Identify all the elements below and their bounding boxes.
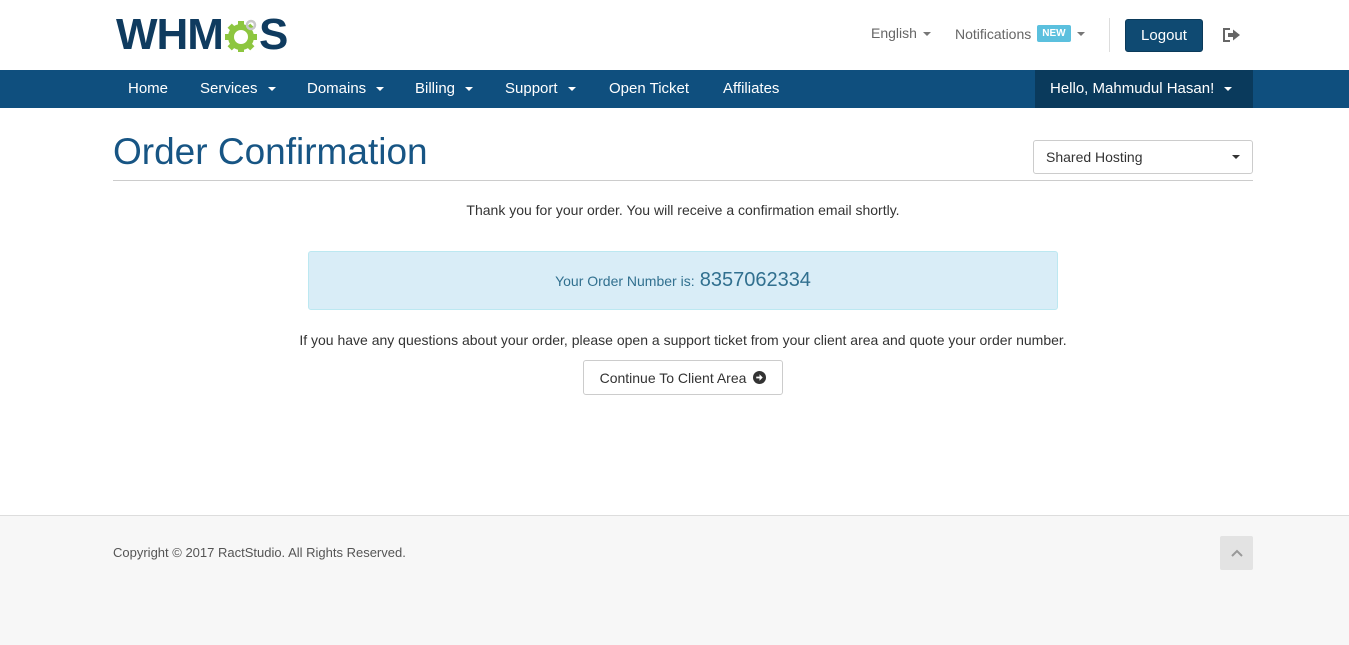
whmcs-logo[interactable]: WHM S (116, 12, 306, 58)
gear-logo-icon (224, 19, 257, 52)
logout-button[interactable]: Logout (1125, 19, 1203, 52)
sign-out-icon[interactable] (1221, 26, 1241, 44)
nav-domains[interactable]: Domains (307, 70, 385, 108)
order-number-alert: Your Order Number is: 8357062334 (308, 251, 1058, 310)
nav-open-ticket[interactable]: Open Ticket (609, 70, 689, 108)
logo-text-left: WHM (116, 10, 224, 59)
order-number-value: 8357062334 (699, 269, 811, 291)
language-dropdown[interactable]: English (871, 25, 931, 41)
chevron-down-icon (922, 32, 931, 37)
nav-services[interactable]: Services (200, 70, 276, 108)
chevron-down-icon (1076, 31, 1085, 36)
page-footer: Copyright © 2017 RactStudio. All Rights … (0, 515, 1349, 645)
user-greeting: Hello, Mahmudul Hasan! (1050, 80, 1215, 97)
top-header: WHM S English Notifications NEW Logout (0, 0, 1349, 70)
continue-to-client-area-button[interactable]: Continue To Client Area (583, 360, 783, 395)
chevron-down-icon (465, 87, 474, 92)
nav-billing[interactable]: Billing (415, 70, 474, 108)
order-number-label: Your Order Number is: (555, 273, 695, 289)
nav-support[interactable]: Support (505, 70, 576, 108)
language-label: English (871, 25, 917, 41)
main-navbar: Home Services Domains Billing Support Op… (0, 70, 1349, 108)
new-badge: NEW (1037, 25, 1071, 42)
logo-text-right: S (258, 10, 288, 59)
chevron-down-icon (376, 87, 385, 92)
notifications-dropdown[interactable]: Notifications NEW (955, 25, 1085, 42)
thank-you-message: Thank you for your order. You will recei… (466, 202, 900, 218)
copyright-text: Copyright © 2017 RactStudio. All Rights … (113, 545, 406, 560)
chevron-down-icon (1232, 155, 1240, 159)
page-title: Order Confirmation (113, 131, 428, 172)
nav-affiliates[interactable]: Affiliates (723, 70, 779, 108)
chevron-down-icon (1224, 87, 1233, 92)
chevron-down-icon (567, 87, 576, 92)
user-account-dropdown[interactable]: Hello, Mahmudul Hasan! (1035, 70, 1253, 108)
chevron-up-icon (1230, 549, 1243, 557)
chevron-down-icon (267, 87, 276, 92)
back-to-top-button[interactable] (1220, 536, 1253, 570)
nav-home[interactable]: Home (128, 70, 168, 108)
support-instructions: If you have any questions about your ord… (299, 332, 1067, 348)
category-select[interactable]: Shared Hosting (1033, 140, 1253, 174)
continue-button-label: Continue To Client Area (599, 369, 747, 386)
title-divider (113, 180, 1253, 181)
notifications-label: Notifications (955, 25, 1032, 42)
arrow-circle-right-icon (753, 371, 767, 384)
header-divider (1109, 18, 1110, 52)
category-select-value: Shared Hosting (1046, 149, 1143, 165)
